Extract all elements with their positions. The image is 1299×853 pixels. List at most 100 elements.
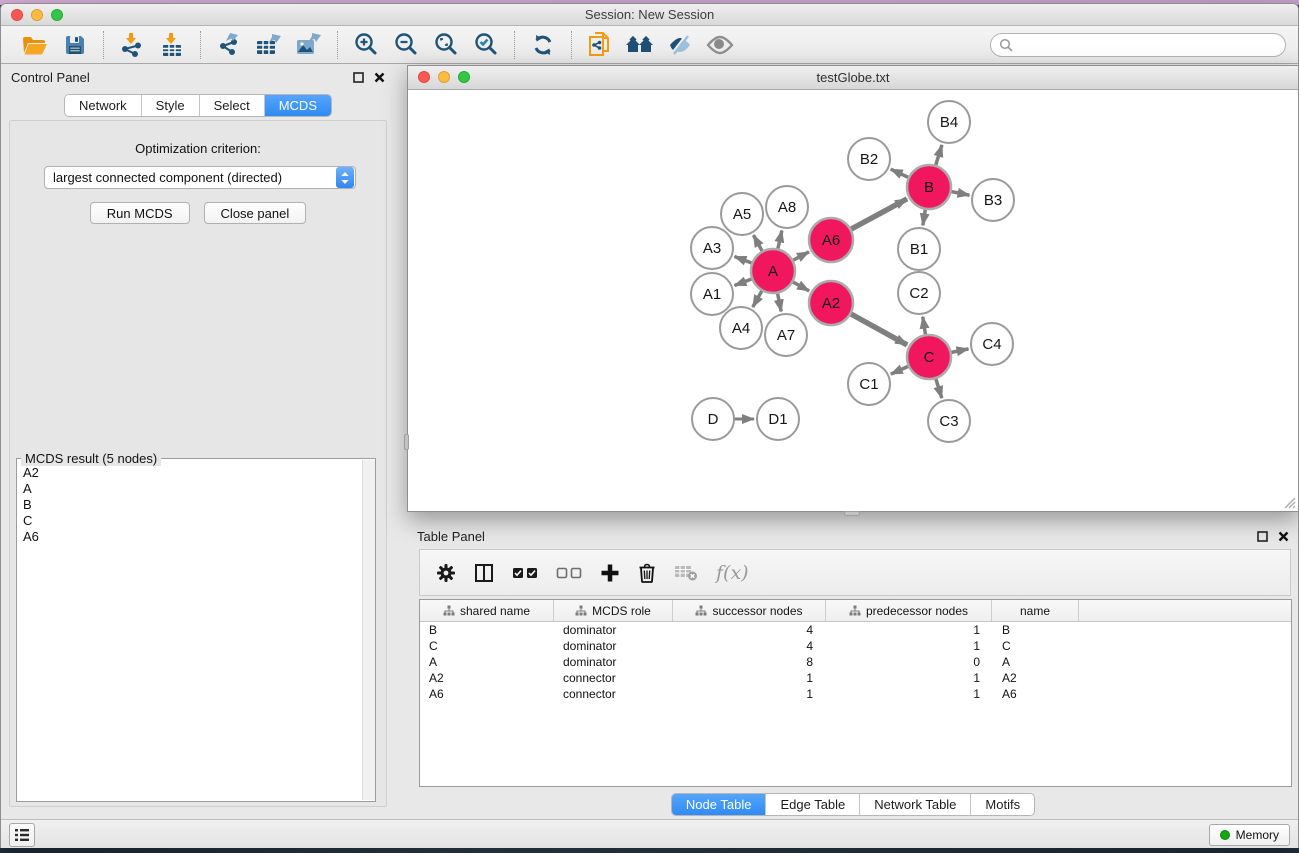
graph-node-B3[interactable]: B3 — [972, 179, 1014, 221]
graph-edge-B-B2[interactable] — [891, 169, 910, 178]
graph-node-D1[interactable]: D1 — [757, 398, 799, 440]
delete-column-button[interactable] — [638, 563, 656, 583]
memory-button[interactable]: Memory — [1209, 824, 1290, 846]
resize-grip-icon[interactable] — [1282, 495, 1296, 509]
network-window-titlebar[interactable]: testGlobe.txt — [408, 66, 1298, 90]
column-header-successor-nodes[interactable]: successor nodes — [673, 600, 826, 621]
run-mcds-button[interactable]: Run MCDS — [90, 202, 190, 224]
tab-node-table[interactable]: Node Table — [672, 794, 767, 815]
float-panel-icon[interactable] — [353, 72, 364, 83]
mcds-result-item[interactable]: A6 — [23, 529, 375, 545]
network-canvas[interactable]: B4B2BB3A8A5A6A3B1AC2A1A2A4A7C4CC1DD1C3 — [408, 90, 1298, 511]
add-column-button[interactable] — [600, 563, 620, 583]
zoom-fit-button[interactable] — [430, 30, 462, 60]
graph-node-A3[interactable]: A3 — [691, 227, 733, 269]
zoom-out-button[interactable] — [390, 30, 422, 60]
graph-edge-A-A2[interactable] — [791, 281, 809, 291]
graph-edge-A-A4[interactable] — [753, 289, 763, 307]
graph-node-A1[interactable]: A1 — [691, 273, 733, 315]
close-panel-button[interactable]: Close panel — [204, 202, 307, 224]
graph-node-D[interactable]: D — [692, 398, 734, 440]
graph-edge-A-A6[interactable] — [792, 252, 809, 261]
graph-edge-A-A1[interactable] — [734, 278, 753, 285]
column-header-predecessor-nodes[interactable]: predecessor nodes — [826, 600, 992, 621]
graph-node-A5[interactable]: A5 — [721, 193, 763, 235]
table-row[interactable]: Bdominator41B — [420, 622, 1291, 638]
graph-node-A8[interactable]: A8 — [766, 186, 808, 228]
graph-node-C1[interactable]: C1 — [848, 363, 890, 405]
tab-style[interactable]: Style — [142, 95, 200, 116]
panel-layout-button[interactable] — [474, 563, 494, 583]
zoom-selected-button[interactable] — [470, 30, 502, 60]
vertical-split-handle[interactable] — [404, 434, 409, 450]
mcds-result-item[interactable]: B — [23, 497, 375, 513]
search-input[interactable] — [990, 33, 1286, 57]
mcds-result-item[interactable]: A — [23, 481, 375, 497]
close-panel-icon[interactable] — [1278, 531, 1289, 542]
graph-node-A4[interactable]: A4 — [720, 307, 762, 349]
column-header-mcds-role[interactable]: MCDS role — [554, 600, 673, 621]
table-settings-button[interactable] — [436, 563, 456, 583]
table-row[interactable]: A6connector11A6 — [420, 686, 1291, 702]
graph-node-C2[interactable]: C2 — [898, 272, 940, 314]
function-builder-button[interactable]: f(x) — [716, 562, 749, 584]
graph-node-B4[interactable]: B4 — [928, 101, 970, 143]
network-close-button[interactable] — [418, 71, 430, 83]
result-scrollbar[interactable] — [362, 460, 375, 800]
import-network-button[interactable] — [116, 30, 148, 60]
deselect-all-button[interactable] — [556, 567, 582, 579]
column-header-shared-name[interactable]: shared name — [420, 600, 554, 621]
open-file-button[interactable] — [19, 30, 51, 60]
graph-node-A7[interactable]: A7 — [765, 314, 807, 356]
graph-edge-A-A8[interactable] — [777, 230, 781, 250]
horizontal-split-handle[interactable] — [844, 511, 860, 516]
export-table-button[interactable] — [253, 30, 285, 60]
graph-edge-B-B3[interactable] — [950, 191, 970, 195]
graph-node-C[interactable]: C — [907, 335, 951, 379]
table-row[interactable]: Cdominator41C — [420, 638, 1291, 654]
first-neighbors-button[interactable] — [624, 30, 656, 60]
refresh-button[interactable] — [527, 30, 559, 60]
graph-edge-A2-C[interactable] — [849, 313, 907, 345]
table-row[interactable]: A2connector11A2 — [420, 670, 1291, 686]
graph-edge-C-C4[interactable] — [950, 349, 969, 353]
select-all-button[interactable] — [512, 567, 538, 579]
graph-node-C3[interactable]: C3 — [928, 400, 970, 442]
mcds-result-item[interactable]: C — [23, 513, 375, 529]
float-panel-icon[interactable] — [1257, 531, 1268, 542]
tab-edge-table[interactable]: Edge Table — [766, 794, 860, 815]
hide-selected-button[interactable] — [664, 30, 696, 60]
delete-table-button[interactable] — [674, 564, 698, 581]
duplicate-network-button[interactable] — [584, 30, 616, 60]
zoom-window-button[interactable] — [51, 9, 63, 21]
graph-node-B1[interactable]: B1 — [898, 228, 940, 270]
column-header-name[interactable]: name — [992, 600, 1079, 621]
export-image-button[interactable] — [293, 30, 325, 60]
task-history-button[interactable] — [9, 823, 35, 847]
network-minimize-button[interactable] — [438, 71, 450, 83]
save-session-button[interactable] — [59, 30, 91, 60]
graph-edge-A-A3[interactable] — [734, 256, 753, 263]
tab-mcds[interactable]: MCDS — [265, 95, 331, 116]
close-panel-icon[interactable] — [374, 72, 385, 83]
graph-node-A[interactable]: A — [751, 249, 795, 293]
graph-edge-A6-B[interactable] — [849, 199, 907, 230]
graph-edge-C-C1[interactable] — [891, 366, 910, 375]
graph-node-A6[interactable]: A6 — [809, 218, 853, 262]
graph-edge-B-B1[interactable] — [923, 208, 926, 226]
mcds-result-item[interactable]: A2 — [23, 465, 375, 481]
zoom-in-button[interactable] — [350, 30, 382, 60]
graph-node-C4[interactable]: C4 — [971, 323, 1013, 365]
tab-network-table[interactable]: Network Table — [860, 794, 971, 815]
close-window-button[interactable] — [11, 9, 23, 21]
graph-node-B[interactable]: B — [907, 165, 951, 209]
network-zoom-button[interactable] — [458, 71, 470, 83]
export-network-button[interactable] — [213, 30, 245, 60]
tab-motifs[interactable]: Motifs — [971, 794, 1034, 815]
tab-select[interactable]: Select — [200, 95, 265, 116]
graph-node-B2[interactable]: B2 — [848, 138, 890, 180]
show-all-button[interactable] — [704, 30, 736, 60]
import-table-button[interactable] — [156, 30, 188, 60]
graph-edge-C-C3[interactable] — [935, 377, 942, 398]
tab-network[interactable]: Network — [65, 95, 142, 116]
